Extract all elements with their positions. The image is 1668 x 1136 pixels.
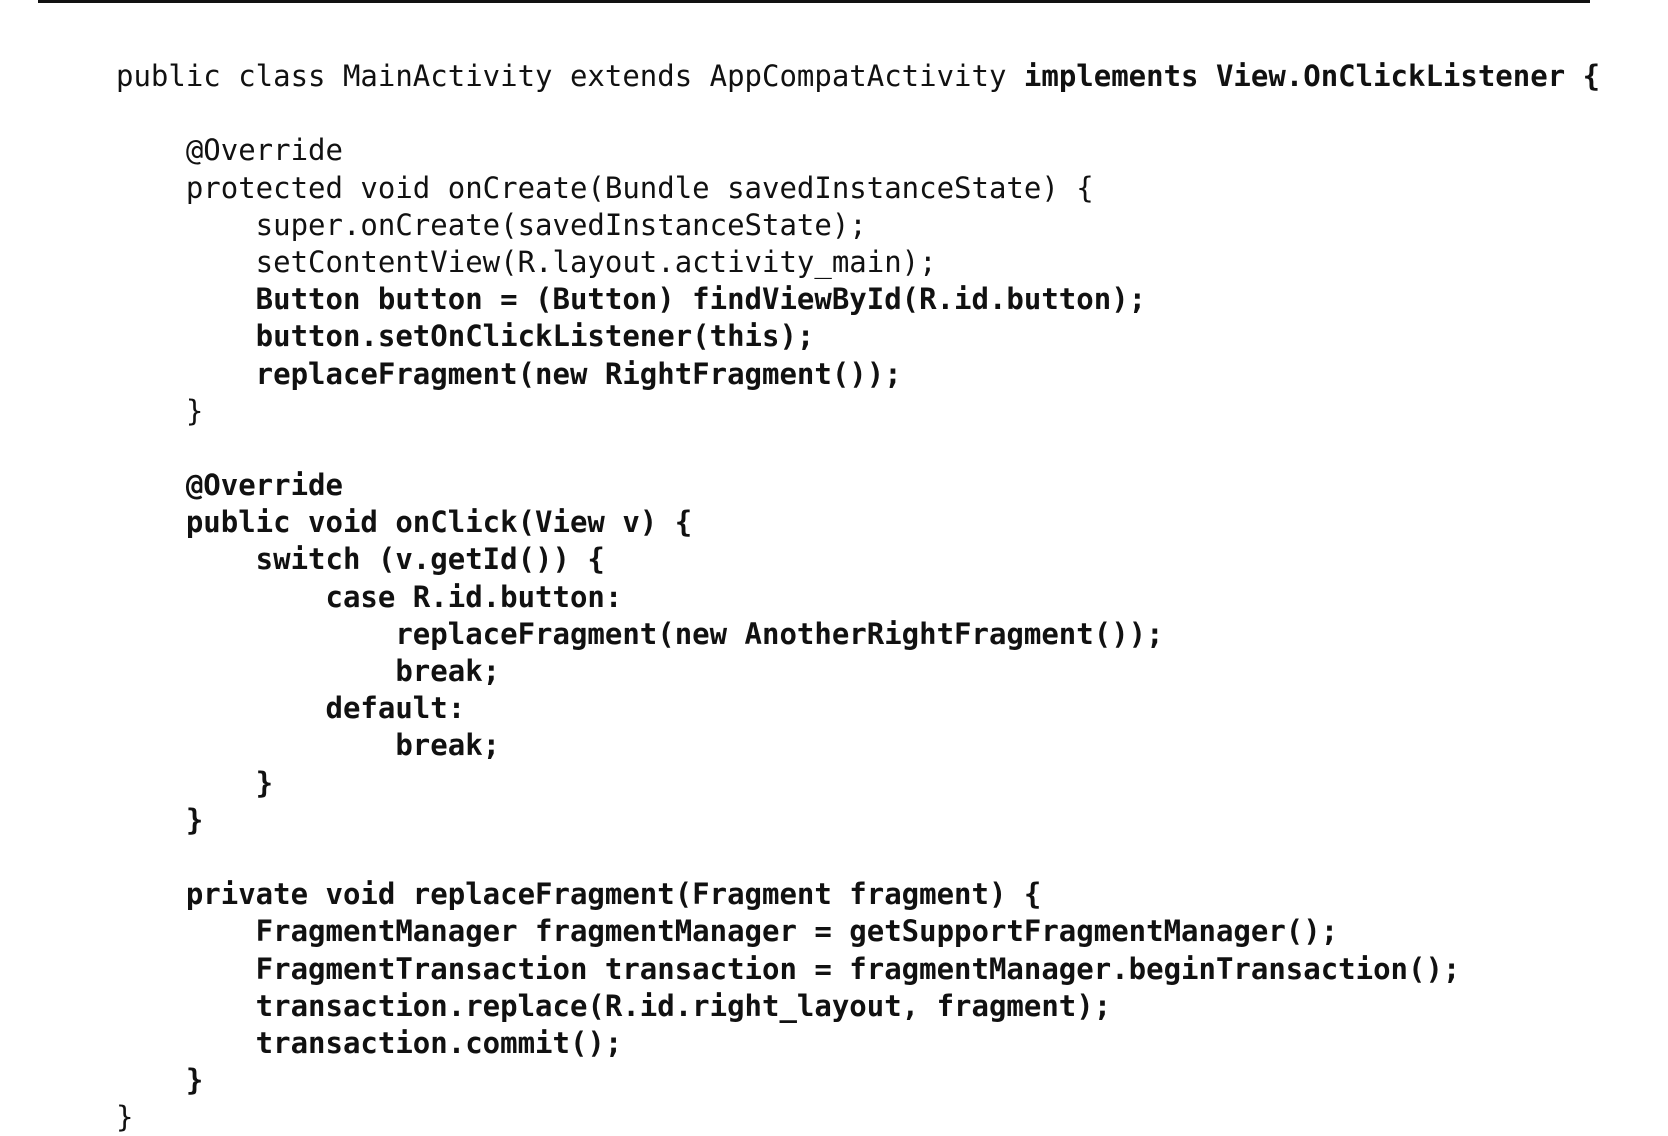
code-line: case R.id.button: [116,579,1600,616]
code-segment: } [116,1100,134,1135]
code-line: public class MainActivity extends AppCom… [116,58,1600,95]
code-segment: implements View.OnClickListener { [1023,59,1601,93]
code-segment: public class MainActivity extends AppCom… [116,59,1024,93]
code-line: public void onClick(View v) { [116,504,1600,541]
code-line: } [116,1099,1600,1136]
code-segment: replaceFragment(new RightFragment()); [116,356,902,391]
code-line: } [116,765,1600,802]
code-segment: case R.id.button: [116,579,623,614]
code-segment: setContentView(R.layout.activity_main); [116,244,937,279]
code-segment: super.onCreate(savedInstanceState); [116,207,867,242]
code-line: } [116,393,1600,430]
code-segment: transaction.commit(); [116,1025,623,1060]
code-segment: switch (v.getId()) { [116,542,605,577]
code-segment: default: [116,691,466,726]
code-segment: } [116,765,274,800]
code-segment: break; [116,728,501,763]
code-segment: protected void onCreate(Bundle savedInst… [116,170,1094,205]
code-listing: public class MainActivity extends AppCom… [116,58,1600,1136]
code-segment: private void replaceFragment(Fragment fr… [116,877,1042,912]
code-segment: transaction.replace(R.id.right_layout, f… [116,988,1112,1023]
code-segment: @Override [116,468,343,503]
code-line: default: [116,690,1600,727]
code-line: FragmentTransaction transaction = fragme… [116,951,1600,988]
code-line: super.onCreate(savedInstanceState); [116,207,1600,244]
code-line: } [116,1062,1600,1099]
code-segment: FragmentTransaction transaction = fragme… [116,951,1461,986]
code-line: button.setOnClickListener(this); [116,318,1600,355]
code-segment: FragmentManager fragmentManager = getSup… [116,914,1339,949]
code-segment: replaceFragment(new AnotherRightFragment… [116,616,1164,651]
top-rule [38,0,1590,3]
code-segment: public void onClick(View v) { [116,505,693,540]
code-segment: @Override [116,133,343,168]
code-line: setContentView(R.layout.activity_main); [116,244,1600,281]
code-line: break; [116,653,1600,690]
code-line: replaceFragment(new RightFragment()); [116,356,1600,393]
code-line: FragmentManager fragmentManager = getSup… [116,913,1600,950]
code-segment: break; [116,654,501,688]
code-line: @Override [116,132,1600,169]
code-segment: } [116,393,204,428]
code-line: switch (v.getId()) { [116,541,1600,578]
code-line: private void replaceFragment(Fragment fr… [116,876,1600,913]
code-line: transaction.replace(R.id.right_layout, f… [116,988,1600,1025]
code-line: Button button = (Button) findViewById(R.… [116,281,1600,318]
code-line: transaction.commit(); [116,1025,1600,1062]
code-segment: } [116,802,204,837]
code-line: break; [116,727,1600,764]
code-line: protected void onCreate(Bundle savedInst… [116,170,1600,207]
code-segment: button.setOnClickListener(this); [116,319,815,354]
code-line: replaceFragment(new AnotherRightFragment… [116,616,1600,653]
code-segment: Button button = (Button) findViewById(R.… [116,282,1147,317]
code-segment: } [116,1063,204,1098]
code-line: } [116,802,1600,839]
code-line: @Override [116,467,1600,504]
